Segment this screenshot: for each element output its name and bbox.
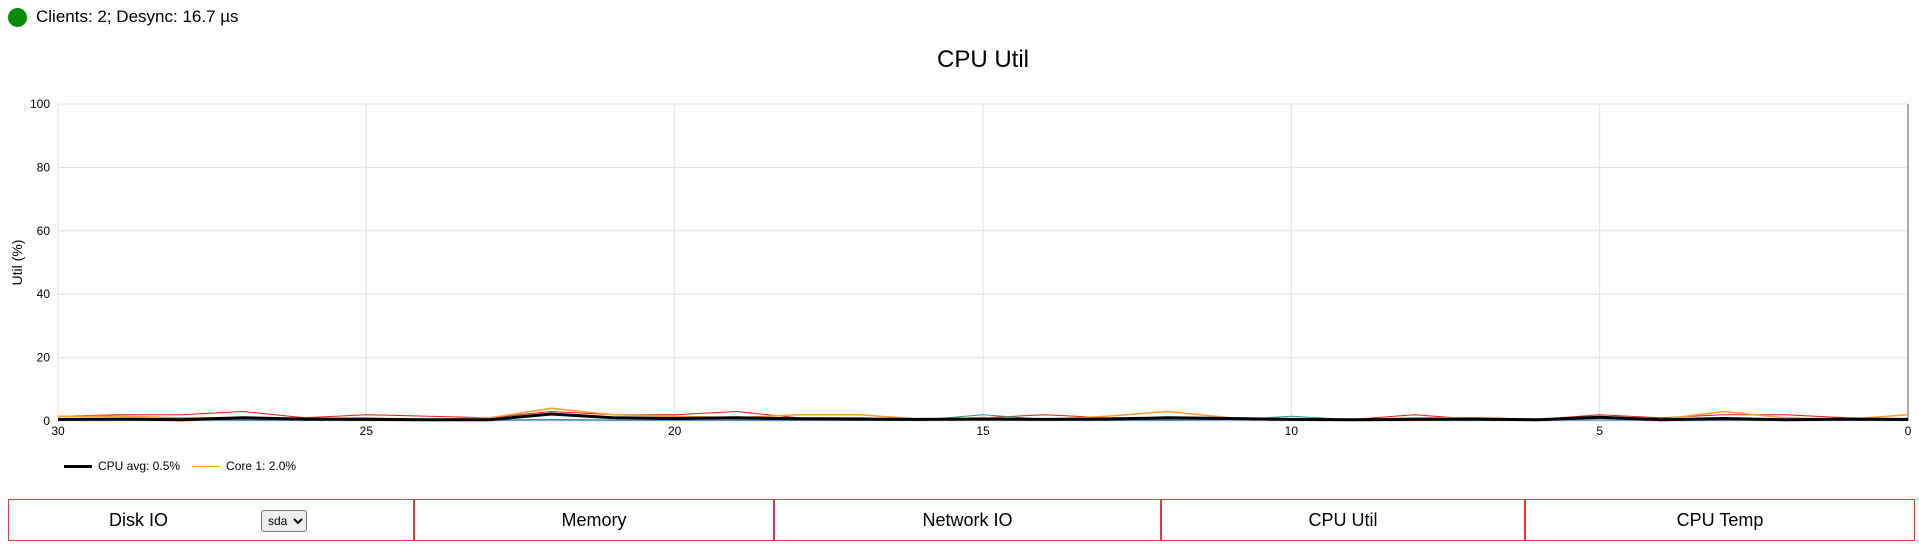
y-tick-label: 60 [37,224,51,238]
y-tick-label: 80 [37,160,51,174]
x-tick-label: 20 [668,424,682,438]
tab-cpu-temp[interactable]: CPU Temp [1524,499,1915,541]
disk-select[interactable]: sda [261,510,307,532]
tab-disk-io[interactable]: Disk IO sda [8,499,414,541]
y-tick-label: 0 [43,414,50,428]
x-tick-label: 0 [1905,424,1912,438]
legend-swatch [64,464,92,468]
x-tick-label: 30 [51,424,65,438]
tab-label: CPU Util [1308,509,1378,530]
legend-item: Core 1: 2.0% [192,459,296,473]
y-tick-label: 20 [37,351,51,365]
y-tick-label: 40 [37,287,51,301]
legend-swatch [192,465,221,467]
cpu-util-chart: CPU Util 0 20 40 60 80 100 30 25 20 15 10 5 0 Util (%) [9,46,1912,438]
tab-network-io[interactable]: Network IO [773,499,1161,541]
tab-label: Network IO [922,509,1013,530]
legend-label: CPU avg: 0.5% [98,459,181,473]
y-tick-label: 100 [30,97,50,111]
tab-label: Disk IO [109,510,169,530]
y-axis-label: Util (%) [9,240,25,286]
legend-label: Core 1: 2.0% [226,459,297,473]
chart-title: CPU Util [937,46,1029,73]
tab-label: CPU Temp [1676,509,1764,530]
tab-memory[interactable]: Memory [413,499,774,541]
chart-legend: CPU avg: 0.5% Core 1: 2.0% [64,459,296,473]
tab-label: Memory [561,509,627,530]
x-tick-label: 10 [1285,424,1299,438]
legend-item: CPU avg: 0.5% [64,459,180,473]
x-tick-label: 5 [1596,424,1603,438]
tab-cpu-util[interactable]: CPU Util [1160,499,1525,541]
x-tick-label: 15 [976,424,990,438]
x-tick-label: 25 [360,424,374,438]
